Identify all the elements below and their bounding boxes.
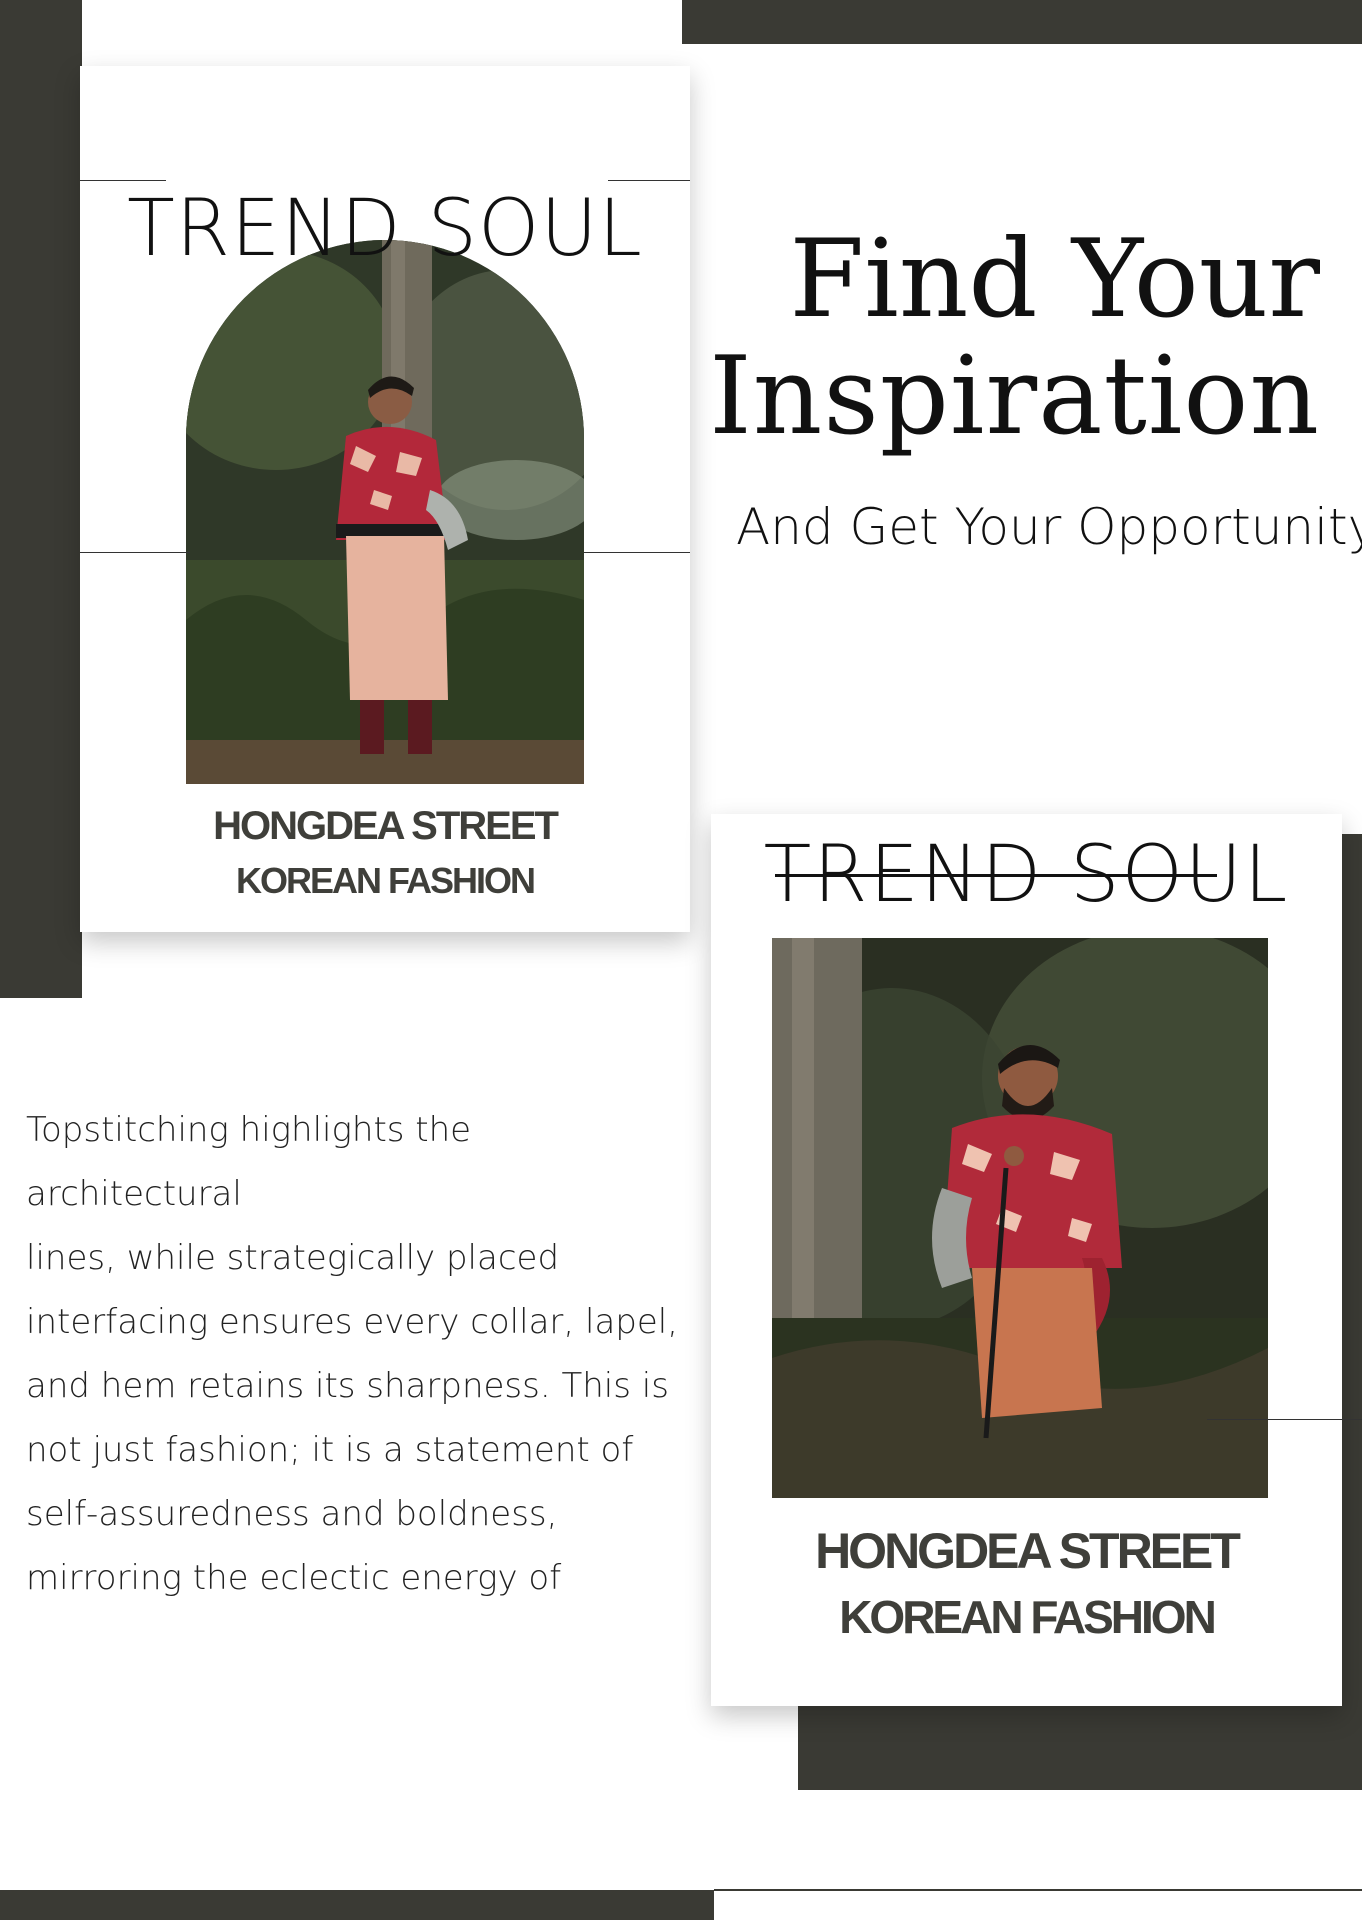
decor-rule [80, 180, 166, 181]
card-left: TREND SOUL HONGDEA STREET KOREAN FASHION [80, 66, 690, 932]
headline: Find Your Inspiration [680, 217, 1320, 459]
decor-block-top-right [682, 0, 1362, 44]
brand-title: TREND SOUL [127, 184, 643, 274]
photo [772, 938, 1268, 1498]
tagline: And Get Your Opportunity [736, 498, 1362, 556]
decor-block-bottom-left [0, 1890, 714, 1920]
paragraph-line: Topstitching highlights the architectura… [26, 1110, 472, 1214]
arch-photo [186, 240, 584, 784]
decor-rule [584, 552, 690, 553]
card-right: TREND SOUL HONGDEA STREET KOREAN FASHION [711, 814, 1362, 1706]
photo-illustration [186, 240, 584, 784]
paragraph-line: self-assuredness and boldness, [26, 1494, 558, 1534]
headline-line2: Inspiration [709, 333, 1320, 459]
paragraph-line: lines, while strategically placed [26, 1238, 560, 1278]
paragraph-line: and hem retains its sharpness. This is [26, 1366, 669, 1406]
photo-illustration [772, 938, 1268, 1498]
decor-block-left [0, 0, 82, 998]
paragraph-line: mirroring the eclectic energy of [26, 1558, 562, 1598]
body-paragraph: Topstitching highlights the architectura… [26, 1098, 686, 1610]
subtitle-fashion: KOREAN FASHION [235, 860, 536, 901]
strike-line [775, 874, 1217, 877]
decor-rule [608, 180, 690, 181]
decor-rule [1207, 1419, 1362, 1420]
paragraph-line: not just fashion; it is a statement of [26, 1430, 634, 1470]
decor-rule [80, 552, 190, 553]
paragraph-line: interfacing ensures every collar, lapel, [26, 1302, 679, 1342]
subtitle-fashion: KOREAN FASHION [839, 1591, 1217, 1643]
subtitle-street: HONGDEA STREET [815, 1523, 1241, 1579]
subtitle-street: HONGDEA STREET [213, 804, 559, 848]
headline-line1: Find Your [789, 217, 1320, 342]
brand-title-strikethrough: TREND SOUL [711, 836, 1342, 914]
decor-bottom-line [714, 1889, 1362, 1891]
